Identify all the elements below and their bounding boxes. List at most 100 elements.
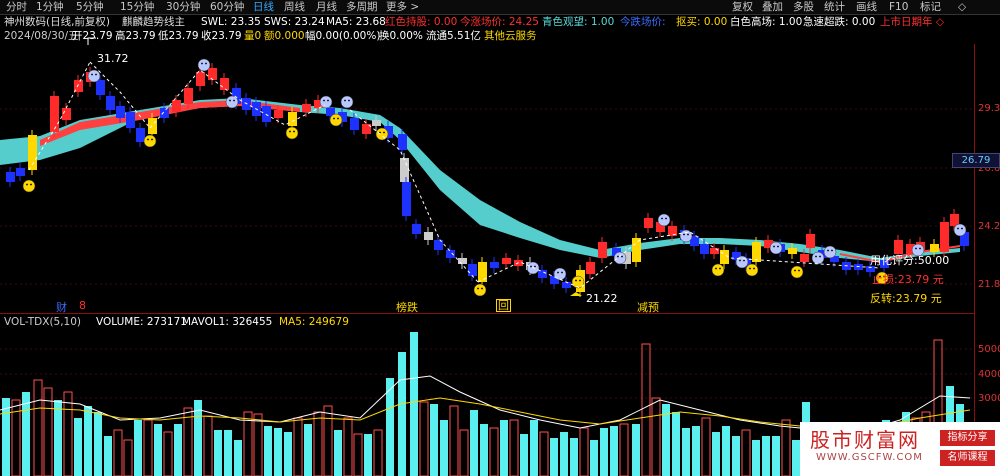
smiley-icon <box>375 127 389 141</box>
candle-body <box>160 108 169 118</box>
volume-bar <box>500 420 508 476</box>
smiley-icon <box>711 263 725 277</box>
volume-bar <box>590 440 598 476</box>
volume-indicator-name[interactable]: VOL-TDX(5,10) <box>4 315 81 329</box>
candle-body <box>502 258 511 264</box>
smiley-icon <box>953 223 967 237</box>
smiley-icon <box>553 267 567 281</box>
trend-band <box>0 98 961 264</box>
candle-body <box>220 78 229 90</box>
candle-body <box>800 254 809 262</box>
stop-loss-label: 止损:23.79 元 <box>872 273 944 286</box>
candle-body <box>644 218 653 228</box>
candle-body <box>562 282 571 288</box>
candle-body <box>350 118 359 130</box>
volume-bar <box>762 436 770 476</box>
smiley-icon <box>340 95 354 109</box>
event-tag-bangdie[interactable]: 榜跌 <box>396 299 418 315</box>
volume-bar <box>489 427 499 476</box>
candle-body <box>412 224 421 234</box>
volume-bar <box>520 434 528 476</box>
watermark-title: 股市财富网 <box>810 428 920 452</box>
smiley-eye <box>919 247 921 250</box>
smiley-eye <box>617 255 619 258</box>
volume-bar <box>672 412 680 476</box>
candle-body <box>96 80 105 95</box>
smiley-eye <box>749 267 751 270</box>
smiley-icon <box>823 245 837 259</box>
smiley-eye <box>348 99 350 102</box>
smiley-eye <box>293 130 295 133</box>
smiley-eye <box>753 267 755 270</box>
smiley-eye <box>819 255 821 258</box>
volume-bar <box>203 415 213 476</box>
candle-body <box>184 88 193 104</box>
smiley-eye <box>739 259 741 262</box>
volume-bar <box>579 427 589 476</box>
smiley-eye <box>95 73 97 76</box>
smiley-icon <box>679 229 693 243</box>
candle-body <box>196 72 205 86</box>
smiley-eye <box>205 62 207 65</box>
volume-bar <box>274 428 282 476</box>
share-indicator-badge[interactable]: 指标分享 <box>940 430 995 446</box>
mavol1-value: MAVOL1: 326455 <box>182 316 273 328</box>
candle-body <box>700 244 709 254</box>
candle-body <box>400 158 409 182</box>
volume-bar <box>313 411 323 476</box>
price-tick: 29.3 <box>978 103 1000 114</box>
candle-body <box>788 248 797 254</box>
smiley-icon <box>22 179 36 193</box>
smiley-icon <box>769 241 783 255</box>
watermark-url: WWW.GSCFW.COM <box>816 452 923 463</box>
smiley-eye <box>481 287 483 290</box>
volume-bar <box>54 400 62 476</box>
current-price-tag: 26.79 <box>952 153 1000 168</box>
volume-bar <box>440 420 448 476</box>
smiley-eye <box>233 99 235 102</box>
candle-body <box>274 110 283 118</box>
volume-bar <box>560 432 568 476</box>
smiley-eye <box>815 255 817 258</box>
volume-bar <box>480 424 488 476</box>
candlestick-chart[interactable] <box>0 0 1000 476</box>
candle-body <box>424 232 433 240</box>
volume-bar <box>610 426 618 476</box>
smiley-eye <box>151 138 153 141</box>
volume-bar <box>154 424 162 476</box>
smiley-icon <box>329 113 343 127</box>
candle-body <box>148 118 157 134</box>
event-tag-jianyu[interactable]: 减预 <box>637 299 659 315</box>
volume-bar <box>373 429 383 476</box>
candle-body <box>50 96 59 132</box>
event-tag-cai[interactable]: 财 <box>56 299 67 315</box>
smiley-eye <box>337 117 339 120</box>
smiley-eye <box>798 269 800 272</box>
smiley-icon <box>225 95 239 109</box>
smiley-icon <box>657 213 671 227</box>
smiley-eye <box>794 269 796 272</box>
volume-bar <box>430 404 438 476</box>
candle-body <box>538 270 547 278</box>
price-tick: 21.8 <box>978 279 1000 290</box>
event-tag-hui[interactable]: 回 <box>496 299 511 312</box>
candle-body <box>806 234 815 248</box>
use-score-label: 用化评分:50.00 <box>870 254 950 267</box>
candle-body <box>586 262 595 274</box>
candle-body <box>372 120 381 126</box>
smiley-eye <box>557 271 559 274</box>
volume-bar <box>641 343 651 476</box>
price-tick: 24.2 <box>978 221 1000 232</box>
smiley-eye <box>534 265 536 268</box>
smiley-icon <box>811 251 825 265</box>
smiley-eye <box>575 279 577 282</box>
teacher-course-badge[interactable]: 名师课程 <box>940 450 995 466</box>
smiley-eye <box>915 247 917 250</box>
candle-body <box>262 106 271 122</box>
volume-tick: 4000 <box>978 369 1000 380</box>
candle-body <box>598 242 607 258</box>
candle-body <box>458 258 467 264</box>
volume-bar <box>214 430 222 476</box>
smiley-eye <box>715 267 717 270</box>
event-tag-n[interactable]: 8 <box>79 299 86 312</box>
